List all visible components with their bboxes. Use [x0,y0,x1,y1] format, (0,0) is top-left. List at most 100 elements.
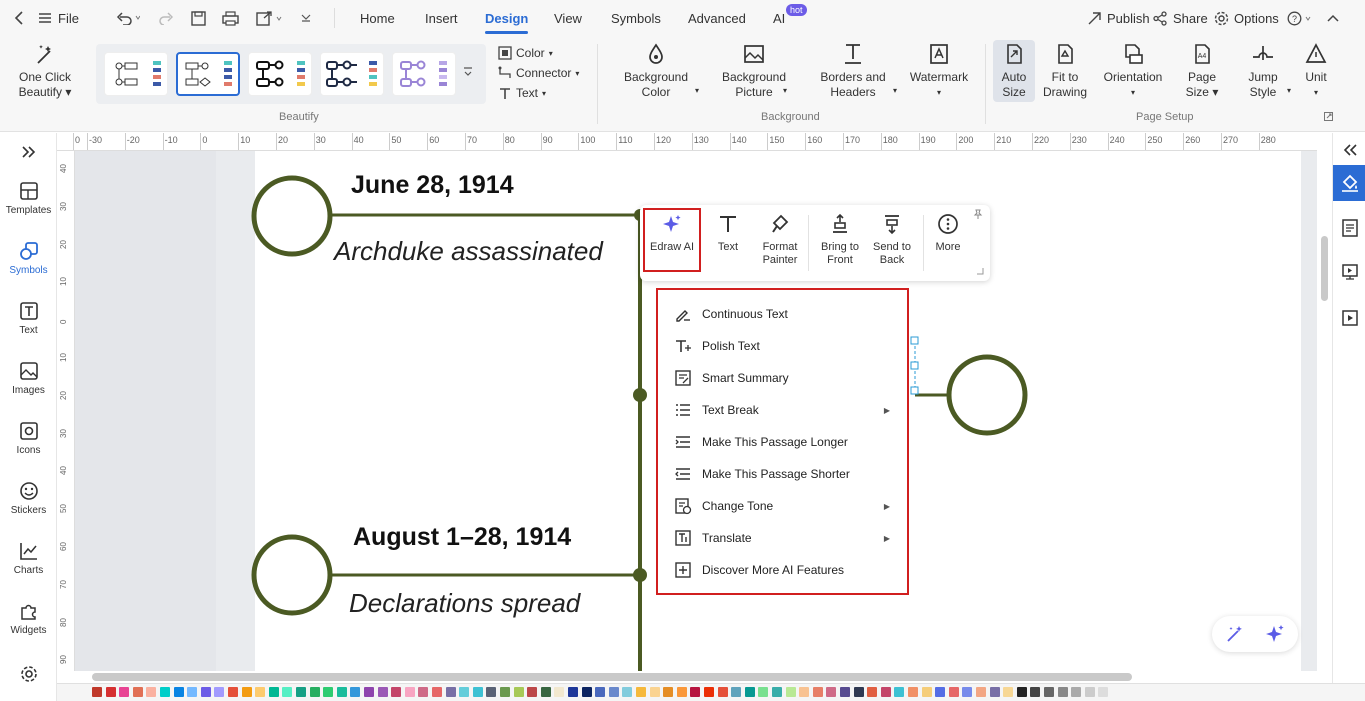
palette-swatch[interactable] [323,687,334,697]
scroll-thumb[interactable] [1321,236,1328,301]
bring-to-front-button[interactable]: Bring to Front [814,213,866,267]
palette-swatch[interactable] [1071,687,1082,697]
palette-swatch[interactable] [568,687,578,697]
palette-swatch[interactable] [200,687,211,697]
orientation-button[interactable]: Orientation ▾ [1098,42,1168,100]
tab-design[interactable]: Design [485,0,529,36]
palette-swatch[interactable] [1084,687,1095,697]
palette-swatch[interactable] [187,687,198,697]
tab-symbols[interactable]: Symbols [611,0,661,36]
palette-swatch[interactable] [214,687,225,697]
collapse-panel-button[interactable] [1342,143,1358,157]
palette-swatch[interactable] [880,687,891,697]
palette-swatch[interactable] [309,687,320,697]
horizontal-scrollbar[interactable] [57,671,1332,683]
palette-swatch[interactable] [908,687,918,697]
palette-swatch[interactable] [976,687,986,697]
collapse-ribbon-button[interactable] [1327,0,1339,36]
sidebar-item-widgets[interactable]: Widgets [0,601,57,636]
palette-swatch[interactable] [418,687,429,697]
export-button[interactable] [256,0,284,36]
palette-swatch[interactable] [459,687,470,697]
gallery-expand-button[interactable] [463,66,473,78]
palette-swatch[interactable] [595,687,606,697]
menu-item-discover-more[interactable]: Discover More AI Features [674,558,894,582]
event2-date[interactable]: August 1–28, 1914 [353,523,571,552]
borders-and-headers-button[interactable]: Borders and Headers [815,42,891,100]
sidebar-item-symbols[interactable]: Symbols [0,241,57,276]
sidebar-item-stickers[interactable]: Stickers [0,481,57,516]
menu-item-continuous-text[interactable]: Continuous Text [674,302,894,326]
panel-page-button[interactable] [1341,219,1359,237]
palette-swatch[interactable] [513,687,524,697]
chevron-down-icon[interactable]: ▾ [893,86,897,95]
sidebar-item-charts[interactable]: Charts [0,541,57,576]
palette-swatch[interactable] [581,687,592,697]
palette-swatch[interactable] [962,687,973,697]
palette-swatch[interactable] [989,687,1000,697]
palette-swatch[interactable] [676,687,687,697]
palette-swatch[interactable] [690,687,701,697]
palette-swatch[interactable] [812,687,823,697]
save-button[interactable] [191,0,206,36]
event1-description[interactable]: Archduke assassinated [334,236,603,267]
tab-ai[interactable]: AI [773,0,785,36]
palette-swatch[interactable] [268,687,279,697]
panel-presentation-button[interactable] [1341,263,1359,281]
unit-button[interactable]: Unit ▾ [1300,42,1332,100]
file-menu[interactable]: File [38,0,79,36]
panel-fill-button[interactable] [1333,165,1365,201]
theme-option-1[interactable] [104,52,168,96]
palette-swatch[interactable] [1030,687,1041,697]
palette-swatch[interactable] [935,687,946,697]
palette-swatch[interactable] [853,687,864,697]
palette-swatch[interactable] [622,687,633,697]
panel-slideshow-button[interactable] [1341,309,1359,327]
event1-date[interactable]: June 28, 1914 [351,171,514,200]
back-icon[interactable] [14,0,26,36]
options-button[interactable]: Options [1214,0,1279,36]
format-painter-button[interactable]: Format Painter [755,213,805,267]
palette-swatch[interactable] [92,687,102,697]
menu-item-smart-summary[interactable]: Smart Summary [674,366,894,390]
palette-swatch[interactable] [772,687,782,697]
palette-swatch[interactable] [717,687,728,697]
palette-swatch[interactable] [867,687,878,697]
sidebar-item-icons[interactable]: Icons [0,421,57,456]
ai-beautify-button[interactable] [1225,624,1245,644]
palette-swatch[interactable] [540,687,551,697]
jump-style-button[interactable]: Jump Style [1240,42,1286,100]
background-color-button[interactable]: Background Color [618,42,694,100]
palette-swatch[interactable] [649,687,660,697]
palette-swatch[interactable] [731,687,742,697]
theme-option-2[interactable] [176,52,240,96]
fit-to-drawing-button[interactable]: Fit to Drawing [1040,42,1090,100]
connector-dropdown[interactable]: Connector ▾ [498,66,579,80]
menu-item-polish-text[interactable]: Polish Text [674,334,894,358]
palette-swatch[interactable] [228,687,238,697]
watermark-button[interactable]: Watermark ▾ [906,42,972,100]
menu-item-change-tone[interactable]: Change Tone ▶ [674,494,894,518]
menu-item-translate[interactable]: Translate ▶ [674,526,894,550]
palette-swatch[interactable] [704,687,714,697]
print-button[interactable] [222,0,239,36]
theme-option-5[interactable] [392,52,456,96]
palette-swatch[interactable] [744,687,755,697]
ai-assistant-button[interactable] [1264,623,1286,645]
palette-swatch[interactable] [241,687,252,697]
palette-swatch[interactable] [377,687,388,697]
publish-button[interactable]: Publish [1087,0,1150,36]
palette-swatch[interactable] [132,687,143,697]
palette-swatch[interactable] [296,687,306,697]
sidebar-item-templates[interactable]: Templates [0,181,57,216]
palette-swatch[interactable] [432,687,442,697]
vertical-scrollbar[interactable] [1317,151,1332,671]
sidebar-item-text[interactable]: Text [0,301,57,336]
background-picture-button[interactable]: Background Picture [718,42,790,100]
palette-swatch[interactable] [1016,687,1027,697]
palette-swatch[interactable] [1044,687,1054,697]
palette-swatch[interactable] [146,687,157,697]
tab-insert[interactable]: Insert [425,0,458,36]
palette-swatch[interactable] [663,687,674,697]
chevron-down-icon[interactable]: ▾ [1287,86,1291,95]
